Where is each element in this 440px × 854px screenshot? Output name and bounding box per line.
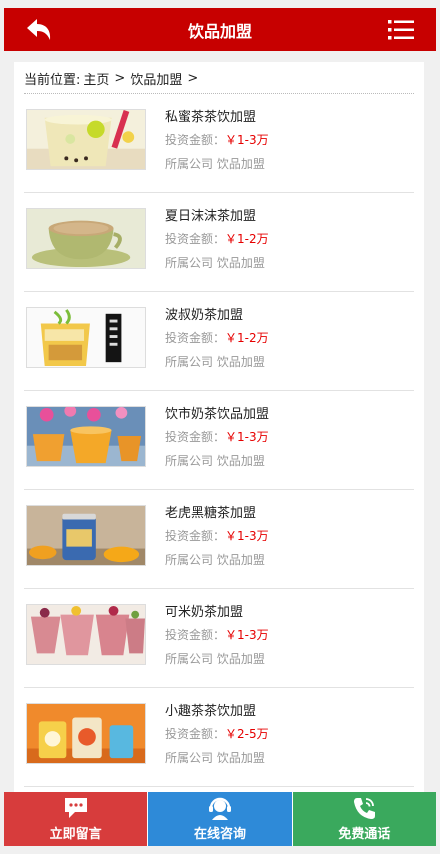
item-thumbnail[interactable] xyxy=(26,406,146,467)
item-title[interactable]: 可米奶茶加盟 xyxy=(165,603,269,623)
list-item[interactable]: 可米奶茶加盟 投资金额：￥1-3万 所属公司 饮品加盟 xyxy=(24,589,414,688)
item-price-row: 投资金额：￥2-5万 xyxy=(165,724,269,744)
item-company: 所属公司 饮品加盟 xyxy=(165,256,265,270)
item-company: 所属公司 饮品加盟 xyxy=(165,157,265,171)
item-title[interactable]: 私蜜茶茶饮加盟 xyxy=(165,108,269,128)
message-button[interactable]: 立即留言 xyxy=(4,792,148,846)
price-label: 投资金额： xyxy=(165,628,226,642)
list-menu-icon[interactable] xyxy=(388,18,414,42)
phone-icon xyxy=(354,798,376,819)
price-label: 投资金额： xyxy=(165,133,226,147)
breadcrumb-separator: > xyxy=(187,71,199,86)
item-thumbnail[interactable] xyxy=(26,307,146,368)
item-title[interactable]: 饮市奶茶饮品加盟 xyxy=(165,405,269,425)
bottom-action-bar: 立即留言 在线咨询 免费通话 xyxy=(4,792,436,846)
item-price-row: 投资金额：￥1-3万 xyxy=(165,526,269,546)
item-title[interactable]: 老虎黑糖茶加盟 xyxy=(165,504,269,524)
breadcrumb: 当前位置: 主页 > 饮品加盟 > xyxy=(24,62,414,94)
price-label: 投资金额： xyxy=(165,232,226,246)
page-title: 饮品加盟 xyxy=(187,21,252,41)
item-price-row: 投资金额：￥1-2万 xyxy=(165,229,269,249)
breadcrumb-prefix: 当前位置: xyxy=(24,73,81,88)
top-bar: 饮品加盟 xyxy=(4,8,436,51)
list-item[interactable]: 小趣茶茶饮加盟 投资金额：￥2-5万 所属公司 饮品加盟 xyxy=(24,688,414,787)
breadcrumb-separator: > xyxy=(114,71,126,86)
item-company: 所属公司 饮品加盟 xyxy=(165,355,265,369)
item-company: 所属公司 饮品加盟 xyxy=(165,454,265,468)
item-company: 所属公司 饮品加盟 xyxy=(165,751,265,765)
list-item[interactable]: 老虎黑糖茶加盟 投资金额：￥1-3万 所属公司 饮品加盟 xyxy=(24,490,414,589)
consult-label: 在线咨询 xyxy=(193,827,246,842)
price-amount: ￥1-3万 xyxy=(225,133,269,147)
list-item[interactable]: 私蜜茶茶饮加盟 投资金额：￥1-3万 所属公司 饮品加盟 xyxy=(24,94,414,193)
item-price-row: 投资金额：￥1-3万 xyxy=(165,427,269,447)
call-button[interactable]: 免费通话 xyxy=(291,792,436,846)
item-thumbnail[interactable] xyxy=(26,703,146,764)
item-price-row: 投资金额：￥1-2万 xyxy=(165,328,269,348)
price-amount: ￥1-3万 xyxy=(225,529,269,543)
list-item[interactable]: 饮市奶茶饮品加盟 投资金额：￥1-3万 所属公司 饮品加盟 xyxy=(24,391,414,490)
item-title[interactable]: 波叔奶茶加盟 xyxy=(165,306,269,326)
call-label: 免费通话 xyxy=(338,827,391,842)
consult-button[interactable]: 在线咨询 xyxy=(147,792,292,846)
price-label: 投资金额： xyxy=(165,727,226,741)
back-arrow-icon[interactable] xyxy=(24,16,54,44)
item-thumbnail[interactable] xyxy=(26,505,146,566)
item-thumbnail[interactable] xyxy=(26,109,146,170)
price-label: 投资金额： xyxy=(165,331,226,345)
item-title[interactable]: 小趣茶茶饮加盟 xyxy=(165,702,269,722)
breadcrumb-home-link[interactable]: 主页 xyxy=(83,69,109,88)
price-label: 投资金额： xyxy=(165,529,226,543)
item-company: 所属公司 饮品加盟 xyxy=(165,553,265,567)
item-thumbnail[interactable] xyxy=(26,208,146,269)
item-title[interactable]: 夏日沫沫茶加盟 xyxy=(165,207,269,227)
message-label: 立即留言 xyxy=(49,827,102,842)
headset-agent-icon xyxy=(208,797,231,820)
price-amount: ￥1-3万 xyxy=(225,628,269,642)
franchise-list: 私蜜茶茶饮加盟 投资金额：￥1-3万 所属公司 饮品加盟 夏日沫沫茶加盟 投资金… xyxy=(24,94,414,787)
breadcrumb-category-link[interactable]: 饮品加盟 xyxy=(130,69,182,88)
price-amount: ￥1-2万 xyxy=(225,331,269,345)
price-label: 投资金额： xyxy=(165,430,226,444)
item-price-row: 投资金额：￥1-3万 xyxy=(165,130,269,150)
chat-bubble-icon xyxy=(64,798,87,818)
list-item[interactable]: 夏日沫沫茶加盟 投资金额：￥1-2万 所属公司 饮品加盟 xyxy=(24,193,414,292)
item-thumbnail[interactable] xyxy=(26,604,146,665)
list-item[interactable]: 波叔奶茶加盟 投资金额：￥1-2万 所属公司 饮品加盟 xyxy=(24,292,414,391)
item-price-row: 投资金额：￥1-3万 xyxy=(165,625,269,645)
price-amount: ￥1-2万 xyxy=(225,232,269,246)
price-amount: ￥1-3万 xyxy=(225,430,269,444)
item-company: 所属公司 饮品加盟 xyxy=(165,652,265,666)
price-amount: ￥2-5万 xyxy=(225,727,269,741)
content-panel: 当前位置: 主页 > 饮品加盟 > 私蜜茶茶饮加盟 投资金额：￥1-3万 所属公… xyxy=(14,62,424,792)
